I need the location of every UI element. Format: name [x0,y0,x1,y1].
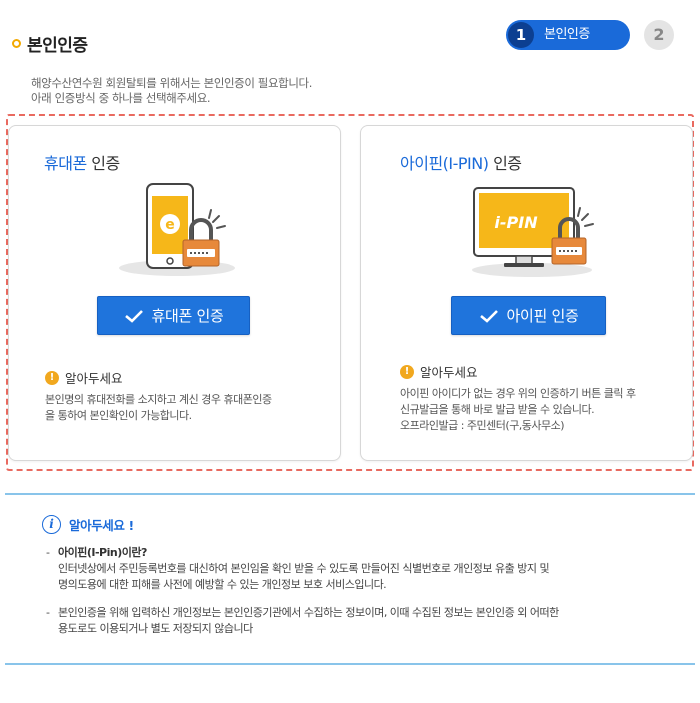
notice-line: 을 통하여 본인확인이 가능합니다. [45,409,192,422]
phone-auth-button[interactable]: 휴대폰 인증 [97,296,250,335]
list-dash: - [46,606,50,619]
card-title-highlight: 아이핀(I-PIN) [400,154,489,173]
info-title: 알아두세요 ! [69,518,134,533]
exclamation-circle-icon: ! [45,370,59,385]
info-box: i 알아두세요 ! - 아이핀(I-Pin)이란? 인터넷상에서 주민등록번호를… [5,493,695,665]
notice-title: 알아두세요 [420,365,478,380]
page-header: 본인인증 1 본인인증 2 [0,0,700,70]
phone-letter: e [165,217,175,233]
step-2: 2 [644,20,674,50]
step-1-active: 1 본인인증 [506,20,630,50]
monitor-text: i-PIN [494,213,538,232]
info-list: - 아이핀(I-Pin)이란? 인터넷상에서 주민등록번호를 대신하여 본인임을… [46,545,666,649]
page-title: 본인인증 [27,36,88,56]
info-line: 인터넷상에서 주민등록번호를 대신하여 본인임을 확인 받을 수 있도록 만들어… [58,562,550,575]
notice-line: 오프라인발급 : 주민센터(구,동사무소) [400,419,565,432]
phone-lock-illustration: e [119,183,235,276]
monitor-lock-illustration: i-PIN [472,187,594,277]
card-title-highlight: 휴대폰 [44,154,87,173]
ipin-auth-button[interactable]: 아이핀 인증 [451,296,606,335]
list-item: - 아이핀(I-Pin)이란? 인터넷상에서 주민등록번호를 대신하여 본인임을… [46,545,666,593]
intro-text: 해양수산연수원 회원탈퇴를 위해서는 본인인증이 필요합니다. 아래 인증방식 … [31,76,312,106]
notice-title: 알아두세요 [65,371,123,386]
notice-heading: ! 알아두세요 [400,362,478,381]
notice-text: 본인명의 휴대전화를 소지하고 계신 경우 휴대폰인증 을 통하여 본인확인이 … [45,392,272,424]
intro-line: 해양수산연수원 회원탈퇴를 위해서는 본인인증이 필요합니다. [31,76,312,90]
step-indicator: 1 본인인증 2 [486,20,686,50]
ipin-auth-card: 아이핀(I-PIN) 인증 i-PIN 아이핀 인증 ! 알아두세요 아이핀 아… [360,125,693,461]
info-line: 본인인증을 위해 입력하신 개인정보는 본인인증기관에서 수집하는 정보이며, … [58,606,559,619]
intro-line: 아래 인증방식 중 하나를 선택해주세요. [31,91,211,105]
button-label: 아이핀 인증 [506,307,579,325]
title-bullet-icon [12,39,21,48]
step-number: 1 [508,22,534,48]
notice-heading: ! 알아두세요 [45,368,123,387]
phone-auth-card: 휴대폰 인증 e 휴대폰 인증 ! 알아두세요 본인명의 휴대전화를 소지하고 … [8,125,341,461]
exclamation-circle-icon: ! [400,364,414,379]
check-icon [124,309,143,323]
info-question: 아이핀(I-Pin)이란? [58,546,147,559]
check-icon [479,309,498,323]
button-label: 휴대폰 인증 [151,307,224,325]
info-line: 명의도용에 대한 피해를 사전에 예방할 수 있는 개인정보 보호 서비스입니다… [58,578,387,591]
info-line: 용도로도 이용되거나 별도 저장되지 않습니다 [58,622,253,635]
card-title-rest: 인증 [488,154,522,173]
info-circle-icon: i [42,515,61,534]
step-label: 본인인증 [544,27,590,42]
list-item: - 본인인증을 위해 입력하신 개인정보는 본인인증기관에서 수집하는 정보이며… [46,605,666,637]
card-title-rest: 인증 [86,154,120,173]
card-title: 휴대폰 인증 [44,150,120,174]
card-title: 아이핀(I-PIN) 인증 [400,150,522,174]
notice-line: 본인명의 휴대전화를 소지하고 계신 경우 휴대폰인증 [45,393,272,406]
notice-line: 신규발급을 통해 바로 발급 받을 수 있습니다. [400,403,595,416]
notice-line: 아이핀 아이디가 없는 경우 위의 인증하기 버튼 클릭 후 [400,387,636,400]
notice-text: 아이핀 아이디가 없는 경우 위의 인증하기 버튼 클릭 후 신규발급을 통해 … [400,386,636,434]
info-heading: i 알아두세요 ! [42,515,134,534]
list-dash: - [46,546,50,559]
